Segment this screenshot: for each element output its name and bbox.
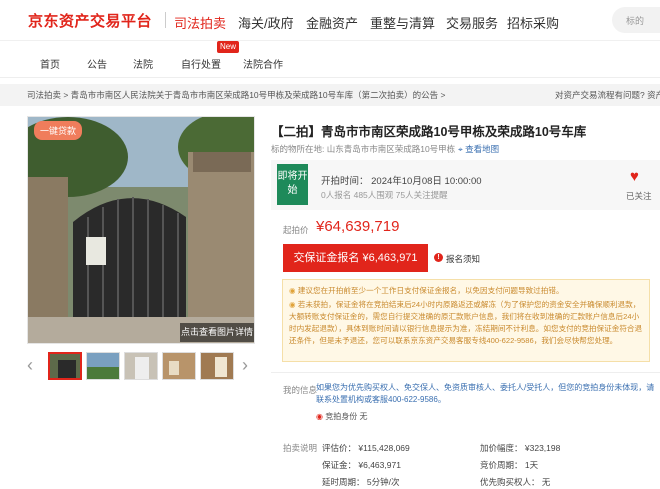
- search-placeholder: 标的: [626, 16, 645, 26]
- chevron-left-icon[interactable]: ‹: [27, 355, 33, 375]
- bid-identity-icon: ◉: [316, 412, 323, 421]
- subnav-courts[interactable]: 法院: [133, 56, 153, 71]
- rule-priority-buyer: 优先购买权人： 无: [480, 477, 551, 487]
- tip-text: 若未获拍，保证金将在竞拍结束后24小时内原路返还或解冻（为了保护您的资金安全并确…: [289, 300, 643, 345]
- chevron-right-icon[interactable]: ›: [242, 355, 248, 375]
- start-time: 开拍时间： 2024年10月08日 10:00:00: [321, 176, 482, 187]
- tip-item: ◉ 建议您在开拍前至少一个工作日支付保证金报名，以免因支付问题导致过拍错。: [289, 285, 645, 297]
- rule-appraisal: 评估价： ¥115,428,069: [322, 443, 410, 453]
- pay-deposit-button[interactable]: 交保证金报名 ¥6,463,971: [283, 244, 428, 272]
- subnav-home[interactable]: 首页: [40, 56, 60, 71]
- status-badge: 即将开始: [277, 164, 308, 205]
- thumbnail[interactable]: [200, 352, 234, 380]
- deposit-tips: ◉ 建议您在开拍前至少一个工作日支付保证金报名，以免因支付问题导致过拍错。 ◉ …: [282, 279, 650, 362]
- start-price-label: 起拍价: [283, 225, 309, 235]
- tip-item: ◉ 若未获拍，保证金将在竞拍结束后24小时内原路返还或解冻（为了保护您的资金安全…: [289, 299, 645, 347]
- nav-divider: [165, 12, 166, 28]
- help-link[interactable]: 对资产交易流程有问题? 资产: [555, 89, 660, 101]
- thumbnail[interactable]: [162, 352, 196, 380]
- rule-increment: 加价幅度： ¥323,198: [480, 443, 561, 453]
- rule-extension: 延时周期： 5分钟/次: [322, 477, 400, 487]
- my-info-label: 我的信息: [283, 385, 318, 395]
- subnav-self-disposal[interactable]: 自行处置: [181, 56, 221, 71]
- gate-photo-image: [28, 117, 254, 343]
- heart-icon[interactable]: ♥: [630, 168, 639, 185]
- main-photo[interactable]: [27, 116, 255, 344]
- start-price: ¥64,639,719: [316, 218, 400, 235]
- thumbnail-room-image: [163, 353, 195, 379]
- bid-identity: ◉ 竞拍身份 无: [316, 411, 367, 422]
- thumbnail-hall-image: [125, 353, 157, 379]
- site-logo[interactable]: 京东资产交易平台: [28, 10, 152, 31]
- rule-deposit: 保证金： ¥6,463,971: [322, 460, 401, 470]
- breadcrumb[interactable]: 司法拍卖 > 青岛市市南区人民法院关于青岛市市南区荣成路10号甲栋及荣成路10号…: [27, 89, 447, 101]
- subnav-court-cooperation[interactable]: 法院合作: [243, 56, 283, 71]
- watch-label[interactable]: 已关注: [626, 190, 652, 202]
- thumbnail-garden-image: [87, 353, 119, 379]
- registration-notice-link[interactable]: 报名须知: [446, 253, 480, 265]
- map-pin-icon: ⌖: [458, 144, 463, 154]
- loan-tag[interactable]: 一键贷款: [34, 121, 83, 140]
- thumbnail-gate-image: [50, 354, 80, 378]
- listing-location: 标的物所在地: 山东青岛市市南区荣成路10号甲栋: [271, 144, 456, 154]
- nav-trade-services[interactable]: 交易服务: [446, 13, 498, 32]
- nav-customs-government[interactable]: 海关/政府: [238, 13, 294, 32]
- warning-icon: ◉: [289, 286, 296, 295]
- section-divider: [271, 372, 660, 373]
- subnav-announcements[interactable]: 公告: [87, 56, 107, 71]
- listing-title: 【二拍】青岛市市南区荣成路10号甲栋及荣成路10号车库: [271, 125, 587, 139]
- thumbnail[interactable]: [48, 352, 82, 380]
- participant-counts: 0人报名 485人围观 75人关注提醒: [321, 190, 448, 200]
- info-icon: !: [434, 253, 443, 262]
- contact-notice-link[interactable]: 如果您为优先购买权人、免交保人、免资质审核人、委托人/受托人，但您的竞拍身份未体…: [316, 382, 656, 406]
- rule-bidding-period: 竞价周期： 1天: [480, 460, 539, 470]
- thumbnail[interactable]: [86, 352, 120, 380]
- view-map-label: 查看地图: [465, 144, 500, 154]
- nav-restructuring[interactable]: 重整与清算: [370, 13, 435, 32]
- bid-identity-text: 竞拍身份 无: [325, 412, 368, 421]
- thumbnail[interactable]: [124, 352, 158, 380]
- new-badge: New: [217, 41, 240, 53]
- view-photo-details-button[interactable]: 点击查看图片详情: [180, 323, 254, 342]
- nav-financial-assets[interactable]: 金融资产: [306, 13, 358, 32]
- tip-text: 建议您在开拍前至少一个工作日支付保证金报名，以免因支付问题导致过拍错。: [297, 286, 564, 295]
- nav-judicial-auction[interactable]: 司法拍卖: [174, 13, 226, 32]
- auction-rules-label: 拍卖说明: [283, 443, 318, 453]
- view-map-link[interactable]: ⌖ 查看地图: [458, 143, 499, 155]
- thumbnail-interior-image: [201, 353, 233, 379]
- warning-icon: ◉: [289, 300, 296, 309]
- nav-procurement[interactable]: 招标采购: [507, 13, 559, 32]
